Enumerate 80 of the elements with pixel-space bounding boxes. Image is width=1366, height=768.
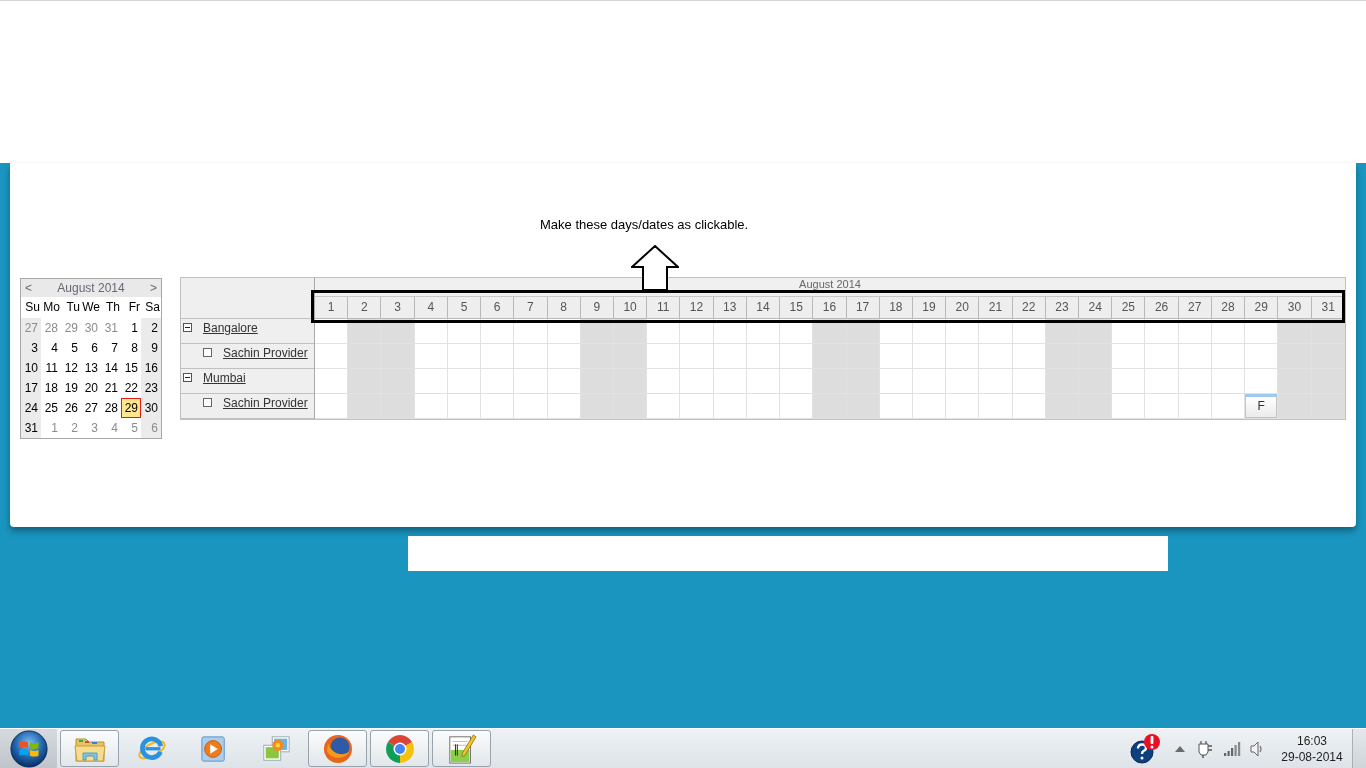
taskbar-button[interactable] (432, 730, 491, 767)
weekday-label: We (81, 299, 101, 316)
collapse-icon[interactable] (183, 373, 192, 382)
day-header-cell: 13 (713, 297, 747, 319)
resource-link[interactable]: Mumbai (203, 371, 246, 386)
weekday-label: Su (24, 299, 41, 316)
day-header-cell: 23 (1045, 297, 1080, 319)
resource-link[interactable]: Bangalore (203, 321, 258, 336)
start-button[interactable] (0, 729, 57, 768)
notepad-pencil-icon (446, 732, 477, 765)
calendar-title: August 2014 (57, 280, 125, 296)
calendar-day[interactable]: 9 (141, 338, 161, 358)
annotation-text: Make these days/dates as clickable. (540, 217, 749, 233)
event-block[interactable]: F (1245, 394, 1278, 418)
calendar-day[interactable]: 3 (21, 338, 41, 358)
day-header-cell: 12 (680, 297, 714, 319)
day-header-cell: 3 (381, 297, 415, 319)
checkbox[interactable] (203, 398, 212, 407)
day-header-cell: 16 (813, 297, 847, 319)
weekday-label: Fr (127, 299, 141, 316)
day-header-cell: 17 (846, 297, 880, 319)
calendar-day[interactable]: 31 (21, 418, 41, 438)
start-orb-icon (9, 729, 48, 768)
weekday-label: Mo (42, 299, 61, 316)
swirl-globe-icon (321, 732, 354, 765)
day-header-cell: 20 (946, 297, 980, 319)
calendar-day[interactable]: 23 (141, 378, 161, 398)
day-header-cell: 7 (514, 297, 548, 319)
collapse-icon[interactable] (183, 323, 192, 332)
day-header-cell: 25 (1112, 297, 1146, 319)
weekday-label: Tu (65, 299, 81, 316)
caret-up-icon[interactable] (1175, 745, 1185, 752)
calendar-day[interactable]: 29 (121, 398, 141, 418)
speaker-icon[interactable] (1250, 740, 1264, 757)
taskbar-button[interactable] (308, 730, 367, 767)
clock-date: 29-08-2014 (1281, 748, 1343, 765)
day-header-cell: 21 (979, 297, 1013, 319)
resource-link[interactable]: Sachin Provider (223, 396, 308, 411)
help-icon[interactable] (1129, 732, 1161, 765)
day-header-cell: 5 (447, 297, 482, 319)
clock-time: 16:03 (1297, 732, 1327, 749)
weekday-label: Sa (144, 299, 161, 316)
day-header-cell: 14 (746, 297, 781, 319)
calendar-day[interactable]: 2 (141, 318, 161, 338)
calendar-day[interactable]: 17 (21, 378, 41, 398)
power-plug-icon[interactable] (1197, 739, 1213, 758)
day-header-cell: 26 (1145, 297, 1179, 319)
day-header-cell: 4 (414, 297, 448, 319)
weekday-label: Th (105, 299, 121, 316)
day-header-cell: 19 (912, 297, 947, 319)
signal-bars-icon[interactable] (1224, 741, 1241, 756)
show-desktop-button[interactable] (1352, 729, 1366, 768)
day-header-cell: 11 (647, 297, 681, 319)
day-header-cell: 28 (1211, 297, 1246, 319)
day-header-cell: 24 (1079, 297, 1113, 319)
month-label: August 2014 (799, 278, 861, 292)
checkbox[interactable] (203, 348, 212, 357)
day-header-cell: 6 (481, 297, 515, 319)
resource-link[interactable]: Sachin Provider (223, 346, 308, 361)
day-header-cell: 9 (580, 297, 614, 319)
day-header-cell: 2 (348, 297, 382, 319)
prev-month-button[interactable]: < (25, 280, 32, 296)
day-header-cell: 27 (1178, 297, 1212, 319)
play-button-icon (199, 733, 228, 764)
taskbar-button[interactable] (370, 730, 429, 767)
day-header-cell: 15 (780, 297, 814, 319)
next-month-button[interactable]: > (149, 280, 157, 296)
day-header-cell: 22 (1012, 297, 1046, 319)
calendar-day[interactable]: 10 (21, 358, 41, 378)
day-header-cell: 29 (1245, 297, 1279, 319)
photos-icon (260, 733, 291, 764)
day-header-cell: 18 (879, 297, 913, 319)
calendar-day[interactable]: 30 (141, 398, 161, 418)
day-header-cell: 8 (547, 297, 581, 319)
ring-logo-icon (383, 732, 416, 765)
calendar-day[interactable]: 16 (141, 358, 161, 378)
calendar-day[interactable]: 24 (21, 398, 41, 418)
day-header-cell: 30 (1278, 297, 1312, 319)
day-header-cell: 1 (315, 297, 349, 319)
day-header-cell: 10 (613, 297, 648, 319)
